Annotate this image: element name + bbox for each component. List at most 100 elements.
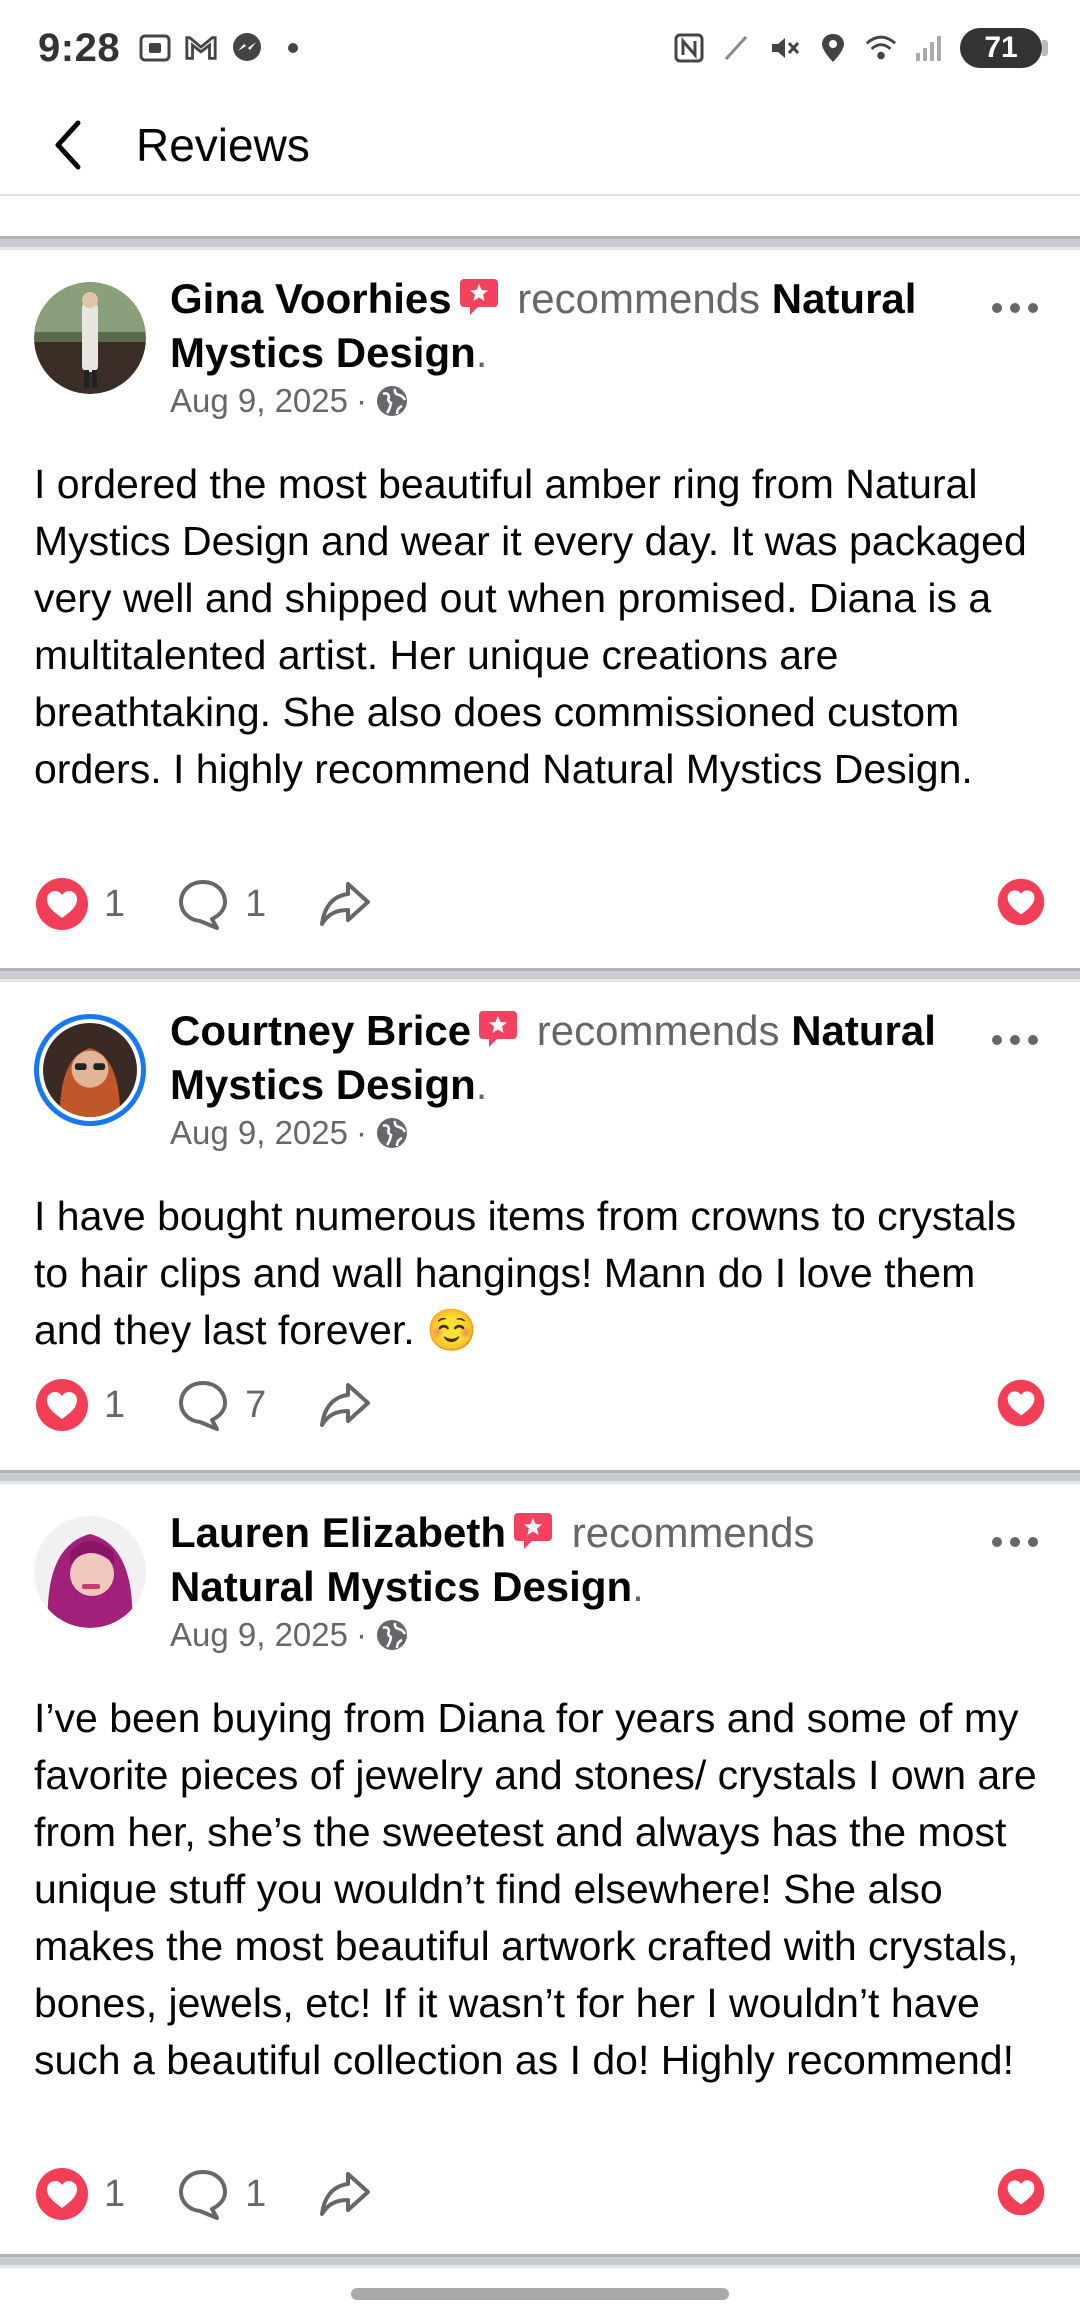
more-options-button[interactable] [980,1020,1050,1060]
meta-separator: · [356,1114,367,1151]
review-actions: 1 1 [34,2164,1046,2224]
review-card: Gina Voorhies recommends Natural Mystics… [0,250,1080,968]
review-actions: 1 7 [34,1375,1046,1435]
avatar-photo [34,282,146,394]
love-reaction-icon [36,878,88,930]
avatar[interactable] [34,282,146,394]
review-text: I’ve been buying from Diana for years an… [34,1695,1037,2083]
more-dot-icon [992,1035,1002,1045]
reviewer-name[interactable]: Gina Voorhies [170,275,452,322]
comment-button[interactable]: 7 [175,1377,266,1433]
reaction-count-label: 1 [104,882,126,925]
reviewer-name[interactable]: Courtney Brice [170,1007,471,1054]
more-dot-icon [1010,1537,1020,1547]
more-dot-icon [1028,1035,1038,1045]
review-header: Courtney Brice recommends Natural Mystic… [170,1007,936,1108]
stylus-icon [720,31,754,65]
react-love-button[interactable] [996,2167,1046,2222]
share-button[interactable] [316,876,374,932]
public-globe-icon [377,1620,407,1650]
previous-review-remainder [0,198,1080,236]
messenger-icon [230,31,264,65]
page-name[interactable]: Natural Mystics Design [170,1563,632,1610]
comment-count: 1 [245,882,267,925]
status-time: 9:28 [38,25,121,70]
comment-button[interactable]: 1 [175,2166,266,2222]
recommends-text: recommends [517,275,761,322]
reaction-count[interactable]: 1 [34,1377,125,1433]
screenshot-icon [138,31,172,65]
divider [0,2254,1080,2268]
reaction-count[interactable]: 1 [34,876,125,932]
review-meta: Aug 9, 2025 · [170,1616,409,1654]
page-title: Reviews [136,119,310,171]
love-reaction-icon [36,1379,88,1431]
more-dot-icon [992,303,1002,313]
reaction-count-label: 1 [104,2172,126,2215]
back-button[interactable] [28,105,108,185]
reaction-count[interactable]: 1 [34,2166,125,2222]
more-options-button[interactable] [980,288,1050,328]
review-card: Courtney Brice recommends Natural Mystic… [0,982,1080,1470]
react-love-button[interactable] [996,877,1046,932]
status-bar: 9:28 71 [0,0,1080,96]
review-card: Lauren Elizabeth recommends Natural Myst… [0,1484,1080,2254]
more-dot-icon [1028,303,1038,313]
review-text: I ordered the most beautiful amber ring … [34,461,1027,792]
divider [0,968,1080,982]
public-globe-icon [377,1118,407,1148]
react-love-button[interactable] [996,1378,1046,1433]
more-dot-icon [1010,303,1020,313]
back-arrow-icon [55,120,81,170]
share-icon [320,882,371,926]
review-date[interactable]: Aug 9, 2025 [170,1616,348,1654]
review-meta: Aug 9, 2025 · [170,1114,409,1152]
recommends-text: recommends [571,1509,815,1556]
comment-icon [179,880,228,930]
reaction-count-label: 1 [104,1383,126,1426]
avatar[interactable] [34,1014,146,1126]
recommend-flag-icon [458,276,500,316]
more-dot-icon [1028,1537,1038,1547]
review-date[interactable]: Aug 9, 2025 [170,382,348,420]
review-header: Gina Voorhies recommends Natural Mystics… [170,275,917,376]
comment-count: 1 [245,2172,267,2215]
more-dot-icon [1010,1035,1020,1045]
signal-icon [912,31,946,65]
comment-icon [179,2170,228,2220]
divider [0,236,1080,250]
divider [0,1470,1080,1484]
gmail-icon [184,31,218,65]
review-meta: Aug 9, 2025 · [170,382,409,420]
share-button[interactable] [316,1377,374,1433]
comment-button[interactable]: 1 [175,876,266,932]
love-reaction-icon [997,1379,1045,1426]
recommend-flag-icon [512,1510,554,1550]
love-reaction-icon [997,2168,1045,2215]
nfc-icon [672,31,706,65]
more-dot-icon [992,1537,1002,1547]
avatar-photo [43,1023,137,1117]
recommends-text: recommends [536,1007,780,1054]
public-globe-icon [377,386,407,416]
avatar[interactable] [34,1516,146,1628]
meta-separator: · [356,382,367,419]
wifi-icon [864,31,898,65]
battery-indicator: 71 [960,28,1048,68]
home-gesture-bar[interactable] [351,2288,729,2300]
comment-count: 7 [245,1383,267,1426]
comment-icon [179,1381,228,1431]
reviewer-name[interactable]: Lauren Elizabeth [170,1509,506,1556]
love-reaction-icon [997,878,1045,925]
avatar-photo [34,1516,146,1628]
app-bar: Reviews [0,96,1080,196]
review-header: Lauren Elizabeth recommends Natural Myst… [170,1509,815,1610]
mute-icon [768,31,802,65]
review-date[interactable]: Aug 9, 2025 [170,1114,348,1152]
share-button[interactable] [316,2166,374,2222]
more-options-button[interactable] [980,1522,1050,1562]
battery-level: 71 [984,31,1018,64]
location-icon [816,31,850,65]
recommend-flag-icon [477,1008,519,1048]
share-icon [320,2172,371,2216]
